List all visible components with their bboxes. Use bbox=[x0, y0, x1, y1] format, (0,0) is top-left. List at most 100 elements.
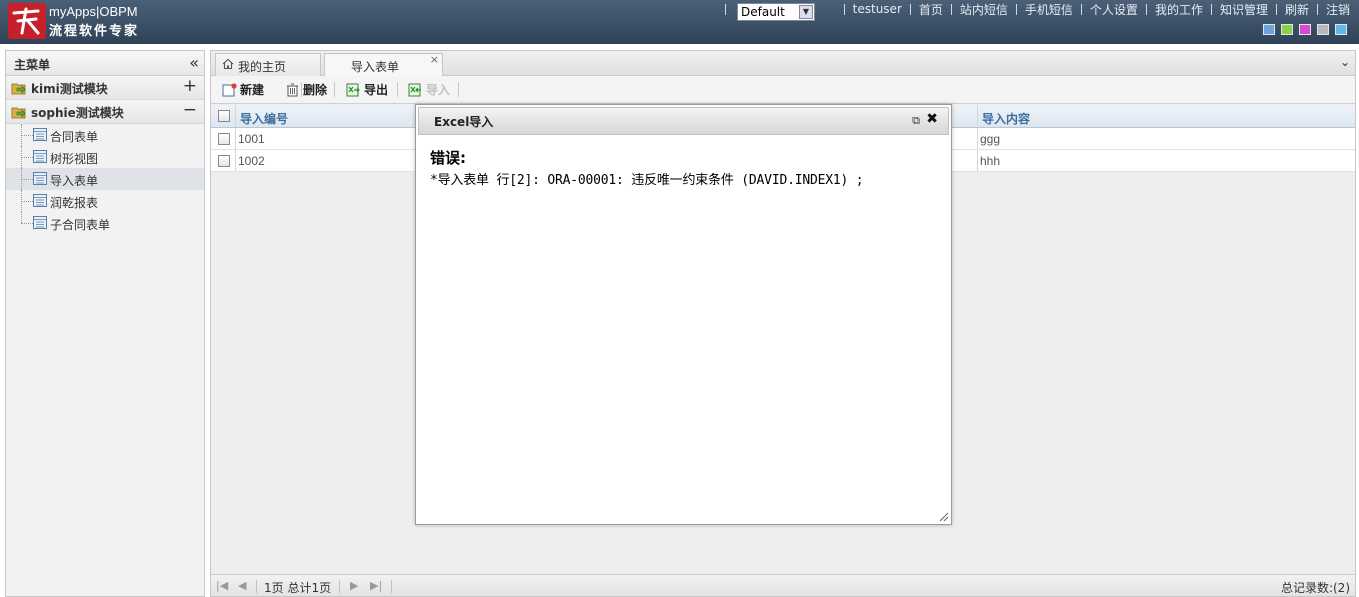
row-checkbox[interactable] bbox=[218, 133, 230, 145]
sidebar-item-label: 润乾报表 bbox=[50, 196, 99, 210]
popout-icon[interactable]: ⧉ bbox=[912, 114, 920, 128]
sidebar: 主菜单 « kimi测试模块 + sophie测试模块 − 合同表单 树形视图 … bbox=[5, 50, 205, 597]
select-all-checkbox[interactable] bbox=[218, 110, 230, 122]
collapse-left-icon[interactable]: « bbox=[189, 53, 199, 72]
sidebar-item-label: 导入表单 bbox=[50, 174, 99, 188]
module-tree: 合同表单 树形视图 导入表单 润乾报表 子合同表单 bbox=[6, 124, 204, 234]
sidebar-item-label: 合同表单 bbox=[50, 130, 99, 144]
sidebar-header: 主菜单 « bbox=[6, 51, 204, 76]
import-button[interactable]: 导入 bbox=[408, 80, 450, 100]
module-folder-icon bbox=[11, 107, 26, 119]
tree-line bbox=[21, 201, 33, 202]
cell-import-id: 1001 bbox=[238, 132, 265, 146]
sidebar-item-sub-contract-form[interactable]: 子合同表单 bbox=[6, 212, 204, 234]
tree-line bbox=[21, 157, 33, 158]
nav-personal-settings[interactable]: 个人设置 bbox=[1090, 1, 1138, 18]
module-sophie[interactable]: sophie测试模块 − bbox=[6, 100, 204, 124]
new-document-icon bbox=[222, 83, 237, 97]
cell-import-id: 1002 bbox=[238, 154, 265, 168]
delete-button[interactable]: 删除 bbox=[285, 80, 327, 100]
brand-slogan: 流程软件专家 bbox=[49, 24, 140, 39]
nav-sms[interactable]: 手机短信 bbox=[1025, 1, 1073, 18]
module-label: sophie测试模块 bbox=[31, 106, 124, 120]
sidebar-item-label: 子合同表单 bbox=[50, 218, 111, 232]
chevron-double-down-icon[interactable]: ⌄ bbox=[1338, 54, 1352, 70]
nav-internal-messages[interactable]: 站内短信 bbox=[960, 1, 1008, 18]
sidebar-item-label: 树形视图 bbox=[50, 152, 99, 166]
export-button-label: 导出 bbox=[364, 83, 389, 97]
module-kimi[interactable]: kimi测试模块 + bbox=[6, 76, 204, 100]
sidebar-item-runqian-report[interactable]: 润乾报表 bbox=[6, 190, 204, 212]
form-icon bbox=[33, 216, 47, 229]
toolbar-divider bbox=[458, 82, 459, 97]
column-divider bbox=[977, 128, 978, 149]
first-page-icon[interactable]: |◀ bbox=[216, 579, 228, 592]
nav-divider bbox=[1015, 3, 1017, 15]
nav-knowledge[interactable]: 知识管理 bbox=[1220, 1, 1268, 18]
tab-label: 我的主页 bbox=[238, 60, 287, 74]
column-divider bbox=[977, 150, 978, 171]
dialog-body: 错误: *导入表单 行[2]: ORA-00001: 违反唯一约束条件 (DAV… bbox=[430, 147, 941, 188]
tab-import-form[interactable]: 导入表单 × bbox=[324, 53, 443, 77]
nav-divider bbox=[909, 3, 911, 15]
record-count: 总记录数:(2) bbox=[1280, 581, 1350, 595]
cell-import-content: hhh bbox=[980, 154, 1001, 168]
home-icon bbox=[222, 58, 234, 70]
nav-my-work[interactable]: 我的工作 bbox=[1155, 1, 1203, 18]
nav-home[interactable]: 首页 bbox=[919, 1, 943, 18]
theme-swatch-gray[interactable] bbox=[1317, 24, 1329, 35]
excel-import-icon bbox=[408, 83, 421, 97]
theme-select[interactable]: Default ▼ bbox=[737, 3, 815, 21]
column-header-import-id[interactable]: 导入编号 bbox=[240, 110, 288, 127]
resize-grip-icon[interactable] bbox=[937, 510, 949, 522]
export-button[interactable]: 导出 bbox=[346, 80, 388, 100]
tree-line bbox=[21, 179, 33, 180]
nav-logout[interactable]: 注销 bbox=[1326, 1, 1350, 18]
row-checkbox[interactable] bbox=[218, 155, 230, 167]
sidebar-item-contract-form[interactable]: 合同表单 bbox=[6, 124, 204, 146]
column-divider bbox=[977, 105, 978, 127]
chevron-down-icon[interactable]: ▼ bbox=[799, 5, 813, 19]
collapse-icon[interactable]: − bbox=[183, 100, 197, 120]
excel-export-icon bbox=[346, 83, 360, 97]
theme-swatch-green[interactable] bbox=[1281, 24, 1293, 35]
logo-icon bbox=[8, 3, 46, 39]
theme-swatch-lightblue[interactable] bbox=[1335, 24, 1347, 35]
pagination-bar: |◀ ◀ 1页 总计1页 ▶ ▶| 总记录数:(2) bbox=[211, 574, 1355, 596]
pager-divider bbox=[391, 580, 392, 593]
last-page-icon[interactable]: ▶| bbox=[370, 579, 382, 592]
close-icon[interactable]: × bbox=[430, 53, 439, 66]
pager-divider bbox=[256, 580, 257, 593]
sidebar-item-import-form[interactable]: 导入表单 bbox=[6, 168, 204, 190]
nav-divider bbox=[1316, 3, 1318, 15]
form-icon bbox=[33, 128, 47, 141]
module-label: kimi测试模块 bbox=[31, 82, 108, 96]
toolbar-divider bbox=[334, 82, 335, 97]
nav-user[interactable]: testuser bbox=[853, 2, 902, 16]
close-icon[interactable]: ✖ bbox=[926, 111, 938, 127]
toolbar-divider bbox=[397, 82, 398, 97]
theme-swatch-blue[interactable] bbox=[1263, 24, 1275, 35]
nav-refresh[interactable]: 刷新 bbox=[1285, 1, 1309, 18]
tree-line bbox=[21, 135, 33, 136]
new-button[interactable]: 新建 bbox=[222, 80, 264, 100]
nav-divider bbox=[950, 3, 952, 15]
theme-swatch-pink[interactable] bbox=[1299, 24, 1311, 35]
dialog-titlebar[interactable]: Excel导入 ⧉ ✖ bbox=[418, 107, 949, 135]
module-folder-icon bbox=[11, 83, 26, 95]
next-page-icon[interactable]: ▶ bbox=[350, 579, 358, 592]
nav-divider bbox=[1210, 3, 1212, 15]
tree-line bbox=[21, 212, 22, 223]
column-header-import-content[interactable]: 导入内容 bbox=[982, 110, 1030, 127]
sidebar-item-tree-view[interactable]: 树形视图 bbox=[6, 146, 204, 168]
tab-home[interactable]: 我的主页 bbox=[215, 53, 321, 76]
prev-page-icon[interactable]: ◀ bbox=[238, 579, 246, 592]
delete-button-label: 删除 bbox=[303, 83, 328, 97]
page-indicator: 1页 总计1页 bbox=[264, 581, 332, 595]
nav-divider bbox=[725, 4, 726, 15]
tab-label: 导入表单 bbox=[351, 60, 400, 74]
expand-icon[interactable]: + bbox=[183, 76, 197, 96]
nav-divider bbox=[843, 3, 845, 15]
sidebar-title: 主菜单 bbox=[14, 58, 51, 72]
import-button-label: 导入 bbox=[426, 83, 451, 97]
